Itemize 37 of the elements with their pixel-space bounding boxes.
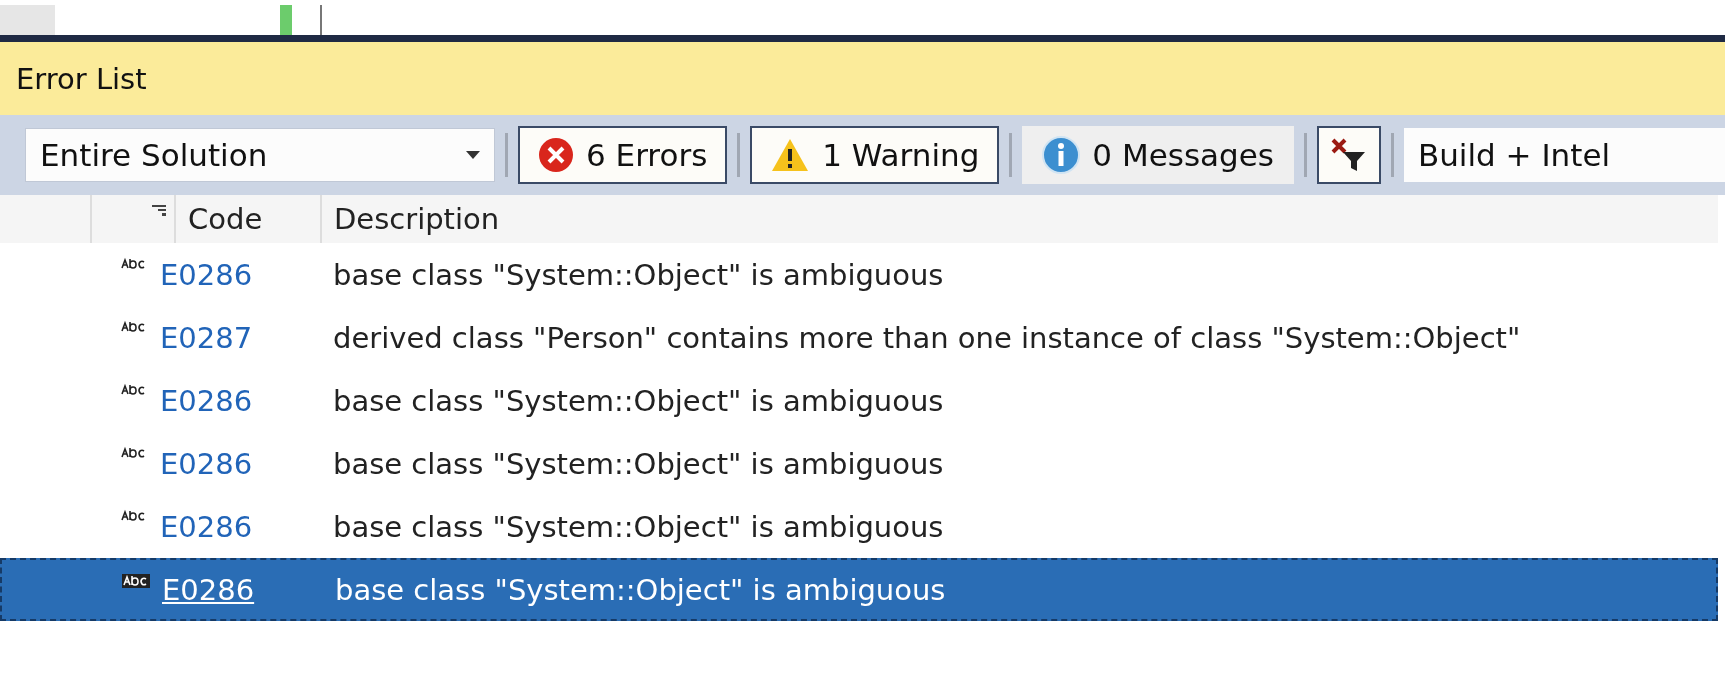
error-description: base class "System::Object" is ambiguous (335, 572, 946, 607)
spellcheck-icon (122, 574, 150, 588)
clear-filter-button[interactable] (1316, 126, 1381, 184)
error-row[interactable]: E0286 base class "System::Object" is ambiguous (0, 432, 1718, 495)
tab-background (0, 5, 55, 35)
error-code-link[interactable]: E0287 (160, 320, 333, 355)
filter-button[interactable]: 1 Warning (750, 126, 1000, 184)
error-code-link[interactable]: E0286 (160, 509, 333, 544)
error-description: base class "System::Object" is ambiguous (333, 446, 944, 481)
error-row[interactable]: E0286 base class "System::Object" is ambiguous (0, 243, 1718, 306)
panel-title: Error List (0, 42, 1725, 115)
info-icon (1042, 136, 1081, 174)
error-row[interactable]: E0286 base class "System::Object" is ambiguous (0, 369, 1718, 432)
error-description: base class "System::Object" is ambiguous (333, 509, 944, 544)
warning-icon (770, 137, 811, 173)
error-description: base class "System::Object" is ambiguous (333, 257, 944, 292)
error-code-link[interactable]: E0286 (160, 257, 333, 292)
change-marker (280, 5, 292, 35)
caret-icon (466, 151, 480, 159)
error-row[interactable]: E0286 base class "System::Object" is ambiguous (0, 495, 1718, 558)
filter-button[interactable]: 6 Errors (518, 126, 728, 184)
error-code-link[interactable]: E0286 (160, 383, 333, 418)
column-header[interactable]: Description (320, 195, 1718, 243)
error-code-link[interactable]: E0286 (160, 446, 333, 481)
filter-clear-icon (1330, 138, 1367, 172)
sort-icon[interactable] (152, 205, 166, 217)
divider-line (320, 5, 322, 35)
error-row[interactable]: E0286 base class "System::Object" is ambiguous (0, 558, 1718, 621)
error-description: derived class "Person" contains more than one instance of class "System::Object" (333, 320, 1521, 355)
error-row[interactable]: E0287 derived class "Person" contains more than one instance of class "System::Object" (0, 306, 1718, 369)
scope-dropdown[interactable]: Entire Solution (25, 128, 495, 182)
error-description: base class "System::Object" is ambiguous (333, 383, 944, 418)
filter-button[interactable]: 0 Messages (1022, 126, 1294, 184)
source-dropdown[interactable]: Build + Intel (1403, 128, 1725, 182)
error-code-link[interactable]: E0286 (162, 572, 335, 607)
column-header[interactable]: Code (174, 195, 320, 243)
error-icon (538, 137, 574, 173)
